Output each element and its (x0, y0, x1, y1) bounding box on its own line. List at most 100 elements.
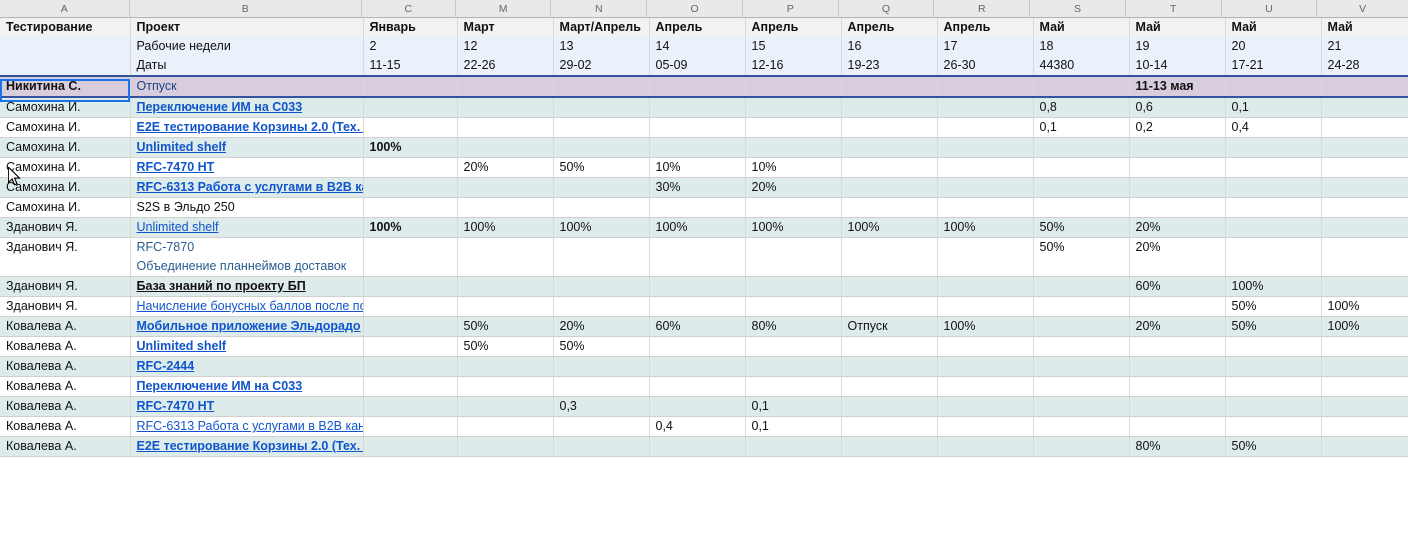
person-name[interactable]: Самохина И. (0, 97, 131, 118)
value-C[interactable] (363, 276, 458, 297)
month-header-2[interactable]: Март/Апрель (553, 18, 650, 37)
column-header-C[interactable]: C (362, 0, 456, 18)
value-U[interactable] (1225, 416, 1322, 437)
date-range-0[interactable]: 11-15 (363, 56, 458, 77)
table-row[interactable]: Зданович Я. RFC-7870 Объединение планнеймо… (0, 237, 1408, 277)
task-name[interactable]: RFC-6313 Работа с услугами в B2B канале (130, 177, 364, 198)
date-range-9[interactable]: 17-21 (1225, 56, 1322, 77)
value-S[interactable] (1033, 197, 1130, 218)
task-name[interactable]: RFC-7470 НТ (130, 396, 364, 417)
value-O[interactable] (649, 137, 746, 158)
column-header-O[interactable]: O (647, 0, 743, 18)
value-N[interactable] (553, 296, 650, 317)
value-P[interactable]: 10% (745, 157, 842, 178)
value-N[interactable] (553, 237, 650, 277)
value-N[interactable] (553, 177, 650, 198)
value-O[interactable]: 10% (649, 157, 746, 178)
value-U[interactable]: 100% (1225, 276, 1322, 297)
value-R[interactable] (937, 396, 1034, 417)
value-O[interactable]: 100% (649, 217, 746, 238)
value-C[interactable] (363, 296, 458, 317)
value-P[interactable]: 100% (745, 217, 842, 238)
value-M[interactable] (457, 276, 554, 297)
date-range-2[interactable]: 29-02 (553, 56, 650, 77)
value-V[interactable] (1321, 436, 1408, 457)
value-N[interactable] (553, 436, 650, 457)
value-Q[interactable]: Отпуск (841, 316, 938, 337)
month-header-9[interactable]: Май (1225, 18, 1322, 37)
value-C[interactable] (363, 177, 458, 198)
value-R[interactable] (937, 356, 1034, 377)
task-name[interactable]: E2E тестирование Корзины 2.0 (Тех. Платф… (130, 436, 364, 457)
value-R[interactable] (937, 137, 1034, 158)
value-T[interactable]: 20% (1129, 316, 1226, 337)
vacation-cell-N[interactable] (553, 76, 650, 98)
vacation-cell-S[interactable] (1033, 76, 1130, 98)
value-U[interactable] (1225, 376, 1322, 397)
value-Q[interactable] (841, 336, 938, 357)
value-N[interactable] (553, 376, 650, 397)
value-O[interactable] (649, 336, 746, 357)
value-R[interactable] (937, 376, 1034, 397)
table-row[interactable]: Зданович Я. Начисление бонусных баллов по… (0, 296, 1408, 317)
value-R[interactable] (937, 237, 1034, 277)
value-P[interactable]: 0,1 (745, 416, 842, 437)
value-R[interactable]: 100% (937, 316, 1034, 337)
value-R[interactable]: 100% (937, 217, 1034, 238)
value-M[interactable]: 100% (457, 217, 554, 238)
person-name[interactable]: Зданович Я. (0, 217, 131, 238)
week-number-6[interactable]: 17 (937, 37, 1034, 56)
value-V[interactable] (1321, 117, 1408, 138)
table-row[interactable]: Зданович Я. Unlimited shelf 100% 100% 100% 10… (0, 217, 1408, 238)
value-R[interactable] (937, 97, 1034, 118)
person-name[interactable]: Ковалева А. (0, 416, 131, 437)
month-header-3[interactable]: Апрель (649, 18, 746, 37)
value-M[interactable] (457, 97, 554, 118)
value-C[interactable] (363, 396, 458, 417)
value-O[interactable] (649, 296, 746, 317)
task-name[interactable]: S2S в Эльдо 250 (130, 197, 364, 218)
value-C[interactable] (363, 376, 458, 397)
value-O[interactable]: 30% (649, 177, 746, 198)
value-V[interactable] (1321, 376, 1408, 397)
column-header-Q[interactable]: Q (839, 0, 935, 18)
value-P[interactable] (745, 336, 842, 357)
value-M[interactable] (457, 416, 554, 437)
vacation-cell-O[interactable] (649, 76, 746, 98)
task-name[interactable]: База знаний по проекту БП (130, 276, 364, 297)
value-P[interactable] (745, 376, 842, 397)
value-Q[interactable] (841, 276, 938, 297)
value-U[interactable]: 50% (1225, 296, 1322, 317)
column-header-P[interactable]: P (743, 0, 839, 18)
value-P[interactable] (745, 436, 842, 457)
value-Q[interactable] (841, 296, 938, 317)
value-T[interactable]: 0,2 (1129, 117, 1226, 138)
value-P[interactable] (745, 296, 842, 317)
empty-a-dates[interactable] (0, 56, 131, 77)
week-number-9[interactable]: 20 (1225, 37, 1322, 56)
value-U[interactable]: 0,4 (1225, 117, 1322, 138)
week-number-8[interactable]: 19 (1129, 37, 1226, 56)
vacation-task[interactable]: Отпуск (130, 76, 364, 98)
date-range-10[interactable]: 24-28 (1321, 56, 1408, 77)
value-T[interactable] (1129, 396, 1226, 417)
value-T[interactable] (1129, 376, 1226, 397)
value-P[interactable] (745, 356, 842, 377)
table-row[interactable]: Ковалева А. Unlimited shelf 50% 50% (0, 336, 1408, 357)
value-N[interactable] (553, 416, 650, 437)
value-P[interactable] (745, 137, 842, 158)
person-name[interactable]: Самохина И. (0, 117, 131, 138)
value-O[interactable] (649, 97, 746, 118)
value-O[interactable] (649, 356, 746, 377)
value-S[interactable] (1033, 376, 1130, 397)
value-V[interactable] (1321, 336, 1408, 357)
table-row[interactable]: Зданович Я. База знаний по проекту БП 60% 1… (0, 276, 1408, 297)
value-O[interactable] (649, 376, 746, 397)
value-Q[interactable] (841, 117, 938, 138)
week-number-5[interactable]: 16 (841, 37, 938, 56)
value-O[interactable] (649, 117, 746, 138)
value-T[interactable] (1129, 336, 1226, 357)
person-name[interactable]: Зданович Я. (0, 276, 131, 297)
value-C[interactable] (363, 97, 458, 118)
table-row[interactable]: Ковалева А. E2E тестирование Корзины 2.0 … (0, 436, 1408, 457)
